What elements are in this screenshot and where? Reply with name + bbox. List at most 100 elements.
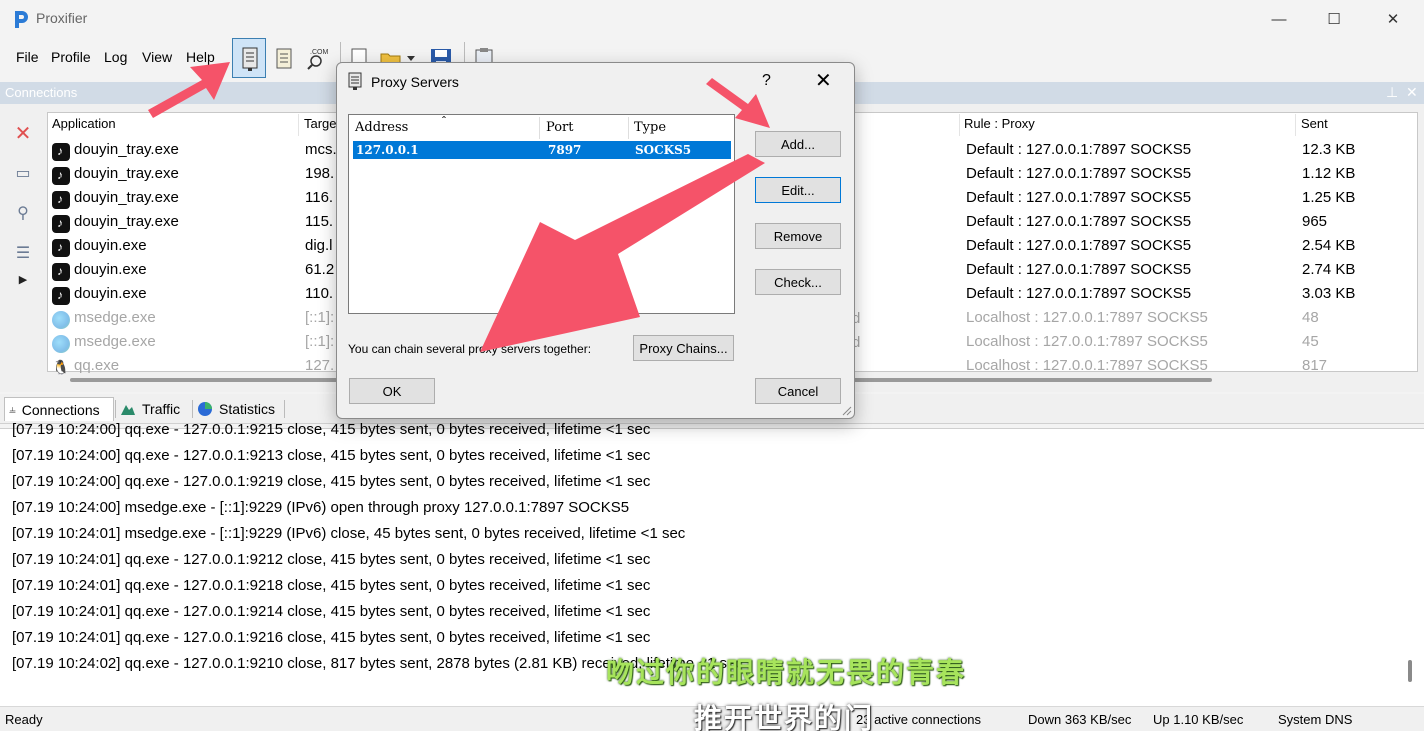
check-button[interactable]: Check... — [755, 269, 841, 295]
subtitle-line-2: 推开世界的门 — [694, 702, 875, 731]
column-separator — [1295, 114, 1296, 136]
row-sent: 3.03 KB — [1302, 285, 1356, 302]
list-icon[interactable]: ☰ — [12, 242, 34, 264]
tab-statistics-label: Statistics — [219, 401, 276, 417]
expand-arrow-icon[interactable]: ▶ — [12, 268, 34, 290]
cancel-button[interactable]: Cancel — [755, 378, 841, 404]
log-line: [07.19 10:24:01] qq.exe - 127.0.0.1:9214… — [12, 603, 651, 620]
add-button[interactable]: Add... — [755, 131, 841, 157]
panel-close-icon[interactable]: ✕ — [1406, 84, 1418, 101]
douyin-icon: ♪ — [52, 287, 70, 305]
connections-icon: ⫨ — [9, 402, 16, 416]
window-icon[interactable]: ▭ — [12, 162, 34, 184]
row-target: mcs. — [305, 141, 337, 158]
proxy-port: 7897 — [548, 143, 582, 157]
log-line: [07.19 10:24:01] msedge.exe - [::1]:9229… — [12, 525, 686, 542]
remove-button[interactable]: Remove — [755, 223, 841, 249]
row-target: 198. — [305, 165, 335, 182]
row-application: douyin_tray.exe — [74, 189, 179, 206]
row-application: douyin_tray.exe — [74, 213, 179, 230]
row-sent: 2.54 KB — [1302, 237, 1356, 254]
proxification-rules-icon[interactable] — [274, 48, 294, 70]
row-target: [::1]: — [305, 309, 335, 326]
log-scrollbar[interactable] — [1408, 660, 1412, 682]
ok-button[interactable]: OK — [349, 378, 435, 404]
row-target: 61.2 — [305, 261, 335, 278]
row-application: douyin.exe — [74, 261, 147, 278]
row-target: dig.l — [305, 237, 333, 254]
column-header-type[interactable]: Type — [634, 120, 666, 135]
column-header-sent[interactable]: Sent — [1301, 116, 1328, 131]
row-sent: 1.12 KB — [1302, 165, 1356, 182]
dialog-close-button[interactable]: ✕ — [815, 68, 832, 93]
row-application: msedge.exe — [74, 309, 156, 326]
statistics-icon — [198, 402, 212, 416]
row-application: douyin.exe — [74, 285, 147, 302]
proxy-servers-icon — [242, 47, 258, 71]
find-icon[interactable]: ⚲ — [12, 202, 34, 224]
douyin-icon: ♪ — [52, 239, 70, 257]
row-rule-proxy: Default : 127.0.0.1:7897 SOCKS5 — [966, 237, 1192, 254]
douyin-icon: ♪ — [52, 143, 70, 161]
column-header-rule[interactable]: Rule : Proxy — [964, 116, 1035, 131]
status-upload-rate: Up 1.10 KB/sec — [1153, 712, 1244, 727]
row-target: 127. — [305, 357, 335, 374]
row-application: qq.exe — [74, 357, 120, 374]
tab-separator — [192, 400, 193, 418]
status-download-rate: Down 363 KB/sec — [1028, 712, 1132, 727]
menu-help[interactable]: Help — [186, 49, 215, 65]
row-application: douyin_tray.exe — [74, 141, 179, 158]
row-rule-proxy: Default : 127.0.0.1:7897 SOCKS5 — [966, 213, 1192, 230]
row-target: [::1]: — [305, 333, 335, 350]
column-header-port[interactable]: Port — [546, 120, 574, 135]
tab-traffic-label: Traffic — [142, 401, 181, 417]
row-sent: 1.25 KB — [1302, 189, 1356, 206]
minimize-button[interactable]: — — [1256, 0, 1302, 38]
menu-file[interactable]: File — [16, 49, 39, 65]
connections-panel-title: Connections — [5, 85, 78, 100]
column-header-application[interactable]: Application — [52, 116, 116, 131]
help-button[interactable]: ? — [762, 72, 771, 90]
pin-icon[interactable]: ⊥ — [1386, 84, 1398, 101]
menu-log[interactable]: Log — [104, 49, 127, 65]
column-separator — [539, 117, 540, 139]
edit-button[interactable]: Edit... — [755, 177, 841, 203]
proxy-type: SOCKS5 — [635, 143, 692, 157]
tab-connections[interactable]: ⫨ Connections — [4, 397, 114, 421]
log-line: [07.19 10:24:00] qq.exe - 127.0.0.1:9215… — [12, 421, 651, 438]
douyin-icon: ♪ — [52, 215, 70, 233]
svg-text:.COM: .COM — [310, 49, 328, 56]
row-sent: 2.74 KB — [1302, 261, 1356, 278]
row-rule-proxy: Default : 127.0.0.1:7897 SOCKS5 — [966, 189, 1192, 206]
row-rule-proxy: Default : 127.0.0.1:7897 SOCKS5 — [966, 261, 1192, 278]
maximize-button[interactable]: ☐ — [1311, 0, 1357, 38]
status-active-connections: 23 active connections — [856, 712, 982, 727]
menu-profile[interactable]: Profile — [51, 49, 91, 65]
name-resolution-icon[interactable]: .COM — [306, 46, 330, 70]
douyin-icon: ♪ — [52, 263, 70, 281]
tab-connections-label: Connections — [21, 401, 100, 418]
column-header-target[interactable]: Targe — [304, 116, 337, 131]
column-header-address[interactable]: Address — [355, 120, 408, 135]
resize-grip-icon[interactable] — [842, 406, 852, 416]
log-line: [07.19 10:24:00] msedge.exe - [::1]:9229… — [12, 499, 630, 516]
tab-traffic[interactable]: Traffic — [120, 397, 180, 421]
douyin-icon: ♪ — [52, 167, 70, 185]
close-button[interactable]: ✕ — [1370, 0, 1416, 38]
log-line: [07.19 10:24:01] qq.exe - 127.0.0.1:9216… — [12, 629, 651, 646]
tab-statistics[interactable]: Statistics — [197, 397, 275, 421]
log-line: [07.19 10:24:00] qq.exe - 127.0.0.1:9213… — [12, 447, 651, 464]
status-dns: System DNS — [1278, 712, 1353, 727]
proxy-chains-button[interactable]: Proxy Chains... — [633, 335, 734, 361]
row-target: 116. — [305, 189, 334, 206]
close-connection-icon[interactable]: ✕ — [12, 122, 34, 145]
qq-icon: 🐧 — [52, 359, 70, 375]
row-rule-proxy: Default : 127.0.0.1:7897 SOCKS5 — [966, 141, 1192, 158]
sort-ascending-icon: ˆ — [442, 114, 446, 128]
row-sent: 48 — [1302, 309, 1319, 326]
menu-view[interactable]: View — [142, 49, 172, 65]
tab-separator — [284, 400, 285, 418]
row-target: 115. — [305, 213, 334, 230]
subtitle-line-1: 吻过你的眼睛就无畏的青春 — [606, 656, 967, 689]
row-sent: 45 — [1302, 333, 1319, 350]
